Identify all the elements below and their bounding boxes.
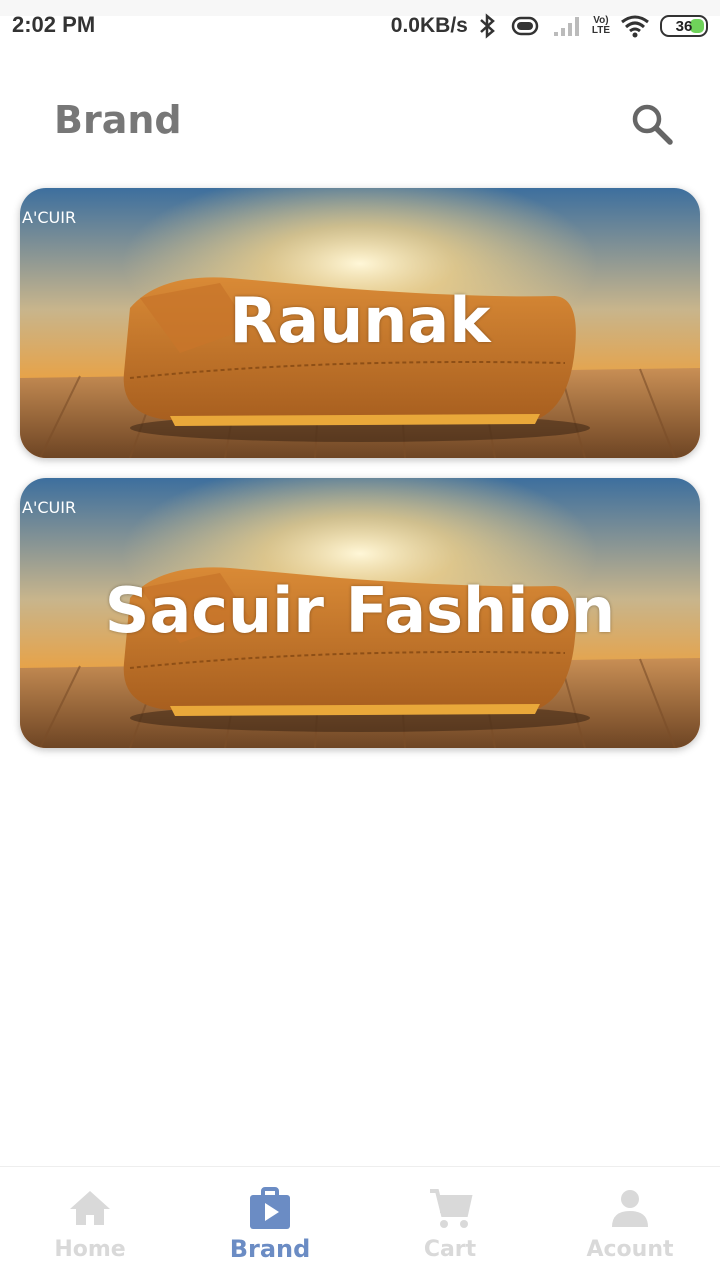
cart-icon [430,1189,473,1228]
signal-icon [553,17,579,36]
network-speed: 0.0KB/s [390,14,468,37]
nav-item-home[interactable]: Home [0,1167,180,1280]
brand-list: A'CUIR Raunak A'CUIR Sacuir Fashion [20,188,700,768]
search-button[interactable] [628,100,676,148]
search-icon [632,104,673,145]
brand-name: Raunak [229,283,491,357]
battery-indicator: 36 [660,15,708,37]
status-icons: 0.0KB/s Vo) LTE 36 [391,10,708,42]
volte-indicator: Vo) LTE [591,15,610,36]
account-icon [612,1190,648,1227]
brand-icon [250,1187,290,1229]
nav-item-account[interactable]: Acount [540,1167,720,1280]
nav-label: Cart [423,1237,477,1262]
vibrate-icon [511,16,539,36]
wifi-icon [621,15,649,38]
nav-label: Acount [586,1237,674,1262]
home-icon [70,1191,110,1225]
nav-item-cart[interactable]: Cart [360,1167,540,1280]
nav-item-brand[interactable]: Brand [180,1167,360,1280]
nav-label: Brand [229,1235,311,1263]
brand-name: Sacuir Fashion [104,573,616,647]
nav-label: Home [54,1237,126,1262]
status-time: 2:02 PM [12,12,96,37]
bottom-navigation: Home Brand Cart Acount [0,1166,720,1280]
status-bar: 2:02 PM 0.0KB/s Vo) LTE 36 [0,0,720,52]
brand-card-sacuir-fashion[interactable]: A'CUIR Sacuir Fashion [20,478,700,748]
brand-card-raunak[interactable]: A'CUIR Raunak [20,188,700,458]
page-title: Brand [54,98,182,142]
bluetooth-icon [479,13,495,39]
